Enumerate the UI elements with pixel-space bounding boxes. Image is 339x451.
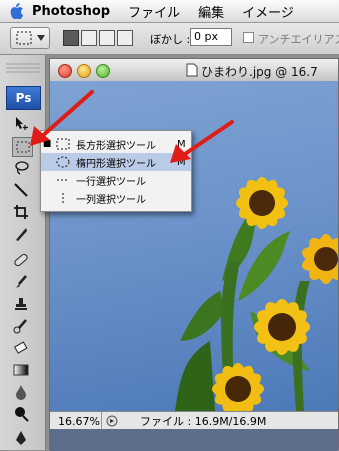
antialias-label: アンチエイリアス bbox=[258, 33, 339, 46]
minimize-button[interactable] bbox=[77, 64, 91, 78]
crop-tool[interactable] bbox=[12, 203, 30, 221]
document-window: ひまわり.jpg @ 16.7 16.67% ファイル: 16.9M/16.9… bbox=[49, 58, 339, 451]
flyout-item-shortcut: M bbox=[177, 156, 186, 168]
menu-edit[interactable]: 編集 bbox=[198, 2, 224, 21]
dodge-icon bbox=[15, 407, 29, 422]
clone-stamp-tool[interactable] bbox=[12, 295, 30, 313]
feather-label: ぼかし : bbox=[150, 33, 191, 46]
slice-tool[interactable] bbox=[12, 225, 30, 243]
zoom-button[interactable] bbox=[96, 64, 110, 78]
pen-nib-icon bbox=[16, 431, 26, 445]
flyout-item-label: 長方形選択ツール bbox=[76, 140, 156, 152]
magic-wand-tool[interactable] bbox=[12, 181, 30, 199]
new-selection-button[interactable] bbox=[63, 30, 79, 46]
photoshop-badge[interactable]: Ps bbox=[6, 86, 41, 110]
apple-menu[interactable] bbox=[0, 0, 32, 22]
eraser-tool[interactable] bbox=[12, 339, 30, 357]
add-to-selection-button[interactable] bbox=[81, 30, 97, 46]
sunflower-right bbox=[302, 234, 338, 284]
marquee-icon bbox=[16, 141, 29, 153]
flyout-item-single-column-marquee[interactable]: 一列選択ツール bbox=[41, 189, 191, 207]
flyout-item-rectangular-marquee[interactable]: ■ 長方形選択ツール M bbox=[41, 135, 191, 153]
sunflower-top bbox=[236, 177, 288, 229]
subtract-from-selection-button[interactable] bbox=[99, 30, 115, 46]
flyout-item-label: 一列選択ツール bbox=[76, 194, 146, 206]
rectangular-marquee-icon bbox=[53, 137, 73, 151]
gradient-icon bbox=[13, 364, 29, 376]
marquee-tool-flyout: ■ 長方形選択ツール M 楕円形選択ツール M 一行選択ツール 一列選択ツール bbox=[40, 130, 192, 212]
marquee-tool[interactable] bbox=[12, 137, 33, 157]
history-brush-icon bbox=[13, 319, 27, 334]
status-menu-button[interactable] bbox=[102, 412, 122, 430]
slice-knife-icon bbox=[16, 228, 27, 241]
rectangular-marquee-icon bbox=[16, 31, 32, 45]
apple-logo-icon bbox=[10, 3, 23, 19]
brush-tool[interactable] bbox=[12, 273, 30, 291]
document-file-icon bbox=[186, 63, 198, 77]
single-column-marquee-icon bbox=[53, 191, 73, 205]
pen-tool[interactable] bbox=[12, 429, 30, 447]
circle-arrow-icon bbox=[106, 415, 118, 427]
window-bottom-strip bbox=[50, 429, 338, 451]
intersect-selection-button[interactable] bbox=[117, 30, 133, 46]
current-tool-bullet: ■ bbox=[42, 139, 52, 149]
eraser-icon bbox=[13, 341, 28, 354]
document-titlebar[interactable]: ひまわり.jpg @ 16.7 bbox=[50, 59, 338, 82]
zoom-value: 16.67% bbox=[58, 414, 100, 428]
sunflower-lower bbox=[212, 363, 264, 411]
tool-preset-picker[interactable] bbox=[10, 27, 50, 49]
healing-brush-tool[interactable] bbox=[12, 251, 30, 269]
toolbox-grip bbox=[6, 63, 40, 73]
menu-image[interactable]: イメージ bbox=[242, 2, 294, 21]
selection-mode-buttons bbox=[63, 30, 135, 47]
water-drop-icon bbox=[16, 385, 26, 400]
menu-photoshop[interactable]: Photoshop bbox=[32, 4, 110, 19]
feather-value: 0 px bbox=[194, 30, 218, 43]
blur-tool[interactable] bbox=[12, 383, 30, 401]
bandage-icon bbox=[14, 253, 28, 267]
chevron-down-icon bbox=[37, 35, 45, 41]
move-arrow-icon bbox=[16, 117, 28, 130]
gradient-tool[interactable] bbox=[12, 361, 30, 379]
lasso-icon bbox=[15, 161, 29, 175]
document-title: ひまわり.jpg @ 16.7 bbox=[201, 65, 318, 79]
elliptical-marquee-icon bbox=[53, 155, 73, 169]
options-bar: ぼかし : 0 px アンチエイリアス bbox=[0, 23, 339, 55]
zoom-level[interactable]: 16.67% bbox=[50, 412, 102, 430]
flyout-item-shortcut: M bbox=[177, 138, 186, 150]
flyout-item-elliptical-marquee[interactable]: 楕円形選択ツール M bbox=[41, 153, 191, 171]
brush-icon bbox=[16, 275, 27, 288]
history-brush-tool[interactable] bbox=[12, 317, 30, 335]
flyout-item-label: 楕円形選択ツール bbox=[76, 158, 156, 170]
flyout-item-label: 一行選択ツール bbox=[76, 176, 146, 188]
magic-wand-icon bbox=[14, 183, 28, 197]
lasso-tool[interactable] bbox=[12, 159, 30, 177]
feather-input[interactable]: 0 px bbox=[190, 28, 232, 46]
stamp-icon bbox=[15, 298, 27, 310]
menu-file[interactable]: ファイル bbox=[128, 2, 180, 21]
status-bar: 16.67% ファイル : 16.9M/16.9M bbox=[50, 411, 338, 430]
single-row-marquee-icon bbox=[53, 173, 73, 187]
antialias-checkbox[interactable] bbox=[243, 32, 254, 43]
menu-bar: Photoshop ファイル 編集 イメージ bbox=[0, 0, 339, 23]
dodge-tool[interactable] bbox=[12, 405, 30, 423]
move-tool[interactable] bbox=[12, 114, 30, 132]
file-size-info: ファイル : 16.9M/16.9M bbox=[140, 415, 267, 428]
crop-icon bbox=[14, 205, 28, 219]
flyout-item-single-row-marquee[interactable]: 一行選択ツール bbox=[41, 171, 191, 189]
close-button[interactable] bbox=[58, 64, 72, 78]
